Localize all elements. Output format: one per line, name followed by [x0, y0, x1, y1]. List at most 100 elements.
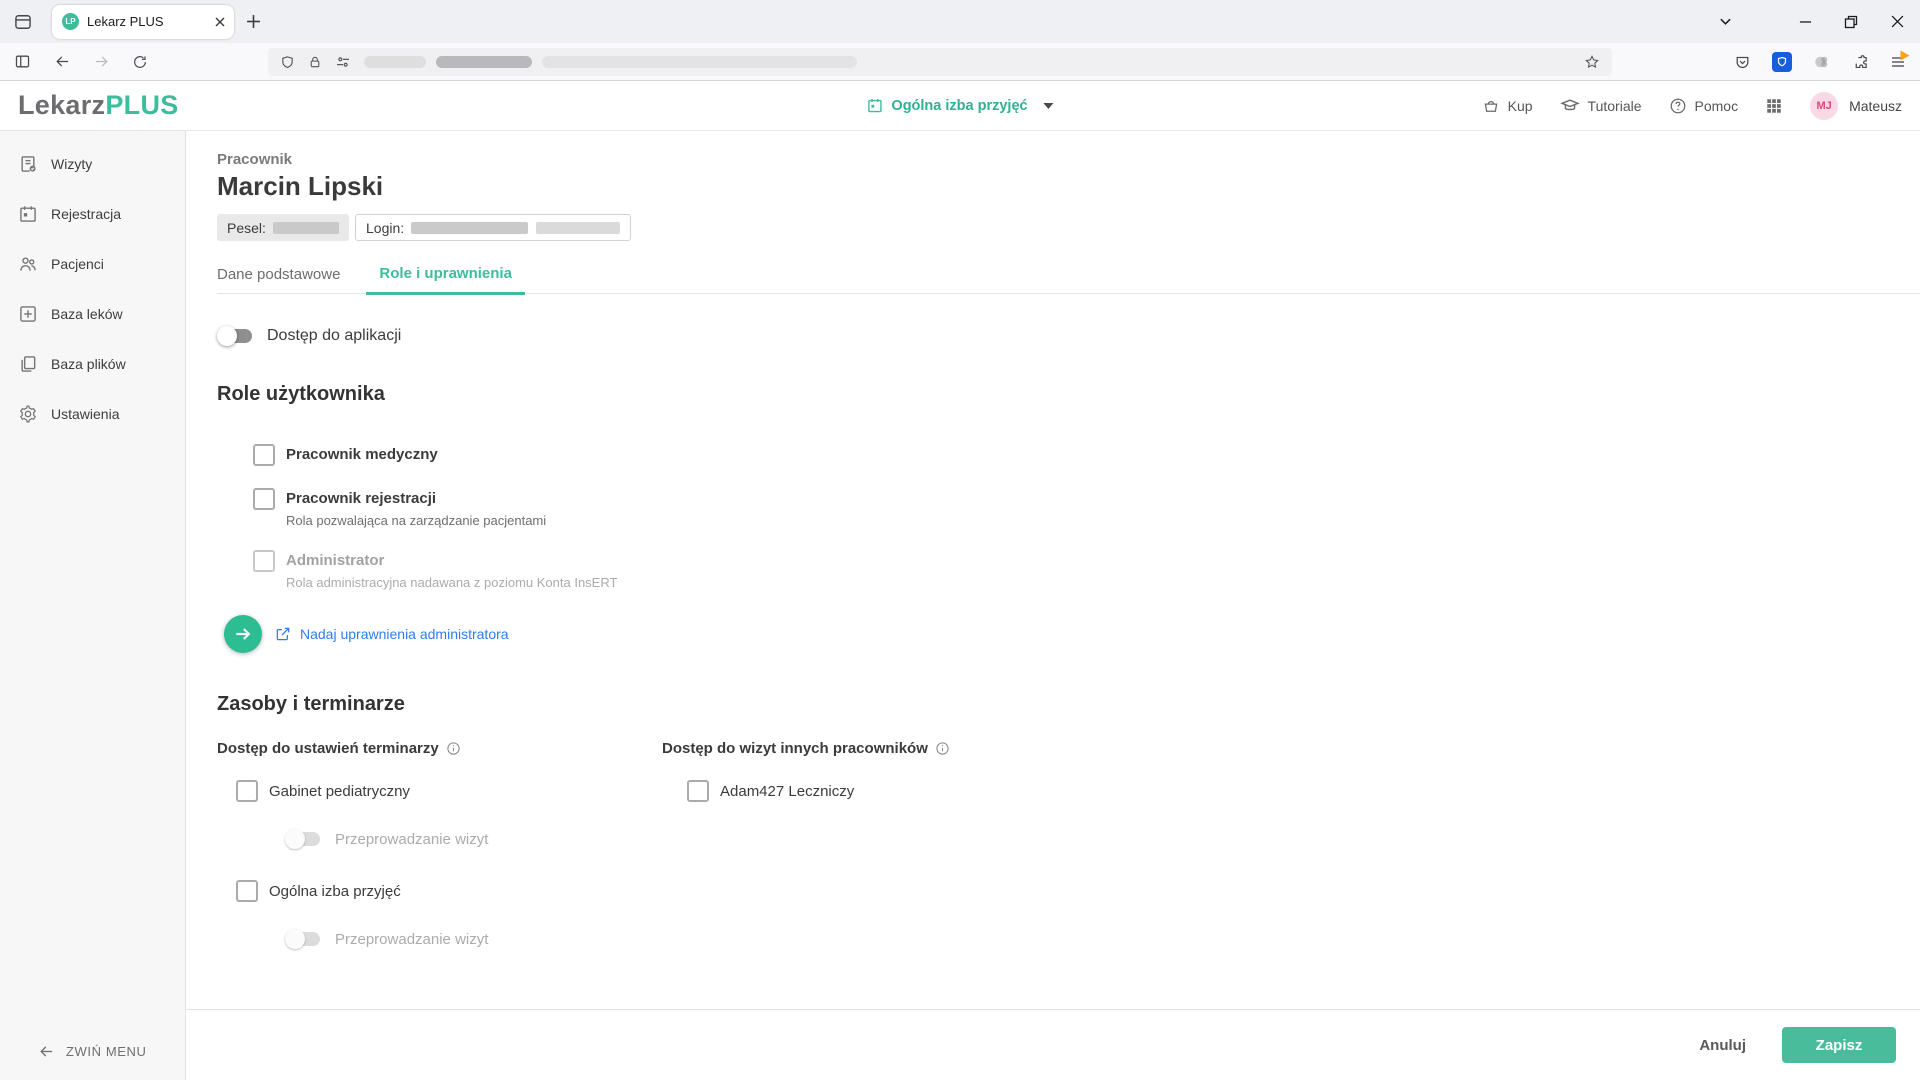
puzzle-extensions-icon[interactable] — [1852, 54, 1869, 71]
shield-icon[interactable] — [280, 55, 295, 70]
help-button[interactable]: Pomoc — [1669, 97, 1739, 115]
entity-label: Pracownik — [217, 151, 293, 168]
close-window-icon[interactable] — [1874, 0, 1920, 43]
conduct-visits-toggle-row: Przeprowadzanie wizyt — [285, 829, 662, 849]
checkbox[interactable] — [236, 880, 258, 902]
redacted-url-segment — [364, 56, 426, 68]
tutorials-label: Tutoriale — [1587, 97, 1642, 114]
buy-button[interactable]: Kup — [1482, 97, 1533, 115]
info-icon[interactable] — [935, 741, 950, 756]
browser-tab[interactable]: LP Lekarz PLUS — [52, 4, 234, 39]
firefox-view-icon[interactable] — [8, 7, 38, 37]
checkbox[interactable] — [253, 444, 275, 466]
reload-icon[interactable] — [124, 47, 156, 77]
role-pracownik-medyczny[interactable]: Pracownik medyczny — [253, 444, 1920, 466]
tab-close-icon[interactable] — [214, 16, 226, 28]
collapse-label: ZWIŃ MENU — [66, 1044, 147, 1059]
back-icon[interactable] — [46, 47, 78, 77]
info-icon[interactable] — [446, 741, 461, 756]
sidebar-item-ustawienia[interactable]: Ustawienia — [0, 389, 185, 439]
schedule-item: Gabinet pediatryczny Przeprowadzanie wiz… — [236, 780, 662, 949]
role-description: Rola pozwalająca na zarządzanie pacjenta… — [286, 513, 547, 528]
conduct-visits-toggle — [285, 829, 321, 849]
cancel-button[interactable]: Anuluj — [1699, 1037, 1746, 1054]
url-bar[interactable] — [268, 48, 1612, 76]
pesel-chip: Pesel: — [217, 214, 349, 241]
visits-column: Dostęp do wizyt innych pracowników Adam4… — [662, 740, 950, 980]
help-label: Pomoc — [1694, 97, 1739, 114]
role-description: Rola administracyjna nadawana z poziomu … — [286, 575, 618, 590]
sidebar-label: Baza plików — [51, 356, 126, 372]
sidebar-item-wizyty[interactable]: Wizyty — [0, 139, 185, 189]
minimize-icon[interactable] — [1782, 0, 1828, 43]
checkbox[interactable] — [253, 488, 275, 510]
bitwarden-icon[interactable] — [1772, 52, 1792, 72]
visits-label: Adam427 Leczniczy — [720, 783, 855, 800]
app-header: LekarzPLUS Ogólna izba przyjęć Kup Tutor… — [0, 81, 1920, 131]
menu-alert-badge — [1900, 50, 1910, 61]
schedules-column: Dostęp do ustawień terminarzy Gabinet pe… — [217, 740, 662, 980]
roles-list: Pracownik medyczny Pracownik rejestracji… — [224, 444, 1920, 656]
conduct-visits-toggle — [285, 929, 321, 949]
grant-admin-row: Nadaj uprawnienia administratora — [224, 612, 1920, 656]
arrow-left-icon — [38, 1043, 55, 1060]
chevron-down-icon — [1043, 102, 1054, 109]
checkbox[interactable] — [236, 780, 258, 802]
content: Pracownik Marcin Lipski Pesel: Login: Da… — [186, 131, 1920, 1080]
header-nav: Kup Tutoriale Pomoc MJ Mateusz — [1482, 91, 1902, 120]
main-row: Wizyty Rejestracja Pacjenci Baza leków B… — [0, 131, 1920, 1080]
schedule-gabinet-pediatryczny[interactable]: Gabinet pediatryczny — [236, 780, 662, 802]
sidebar-toggle-icon[interactable] — [6, 47, 38, 77]
lock-icon[interactable] — [308, 55, 322, 69]
schedule-label: Gabinet pediatryczny — [269, 783, 410, 800]
visits-item: Adam427 Leczniczy — [687, 780, 950, 802]
sidebar-item-rejestracja[interactable]: Rejestracja — [0, 189, 185, 239]
tab-role-i-uprawnienia[interactable]: Role i uprawnienia — [366, 265, 525, 295]
forward-icon[interactable] — [85, 47, 117, 77]
permissions-icon[interactable] — [335, 54, 351, 70]
list-all-tabs-icon[interactable] — [1702, 0, 1748, 43]
arrow-right-circle-icon[interactable] — [224, 615, 262, 653]
user-name[interactable]: Mateusz — [1849, 98, 1902, 114]
sidebar-item-baza-plikow[interactable]: Baza plików — [0, 339, 185, 389]
basket-icon — [1482, 97, 1500, 115]
save-button[interactable]: Zapisz — [1782, 1027, 1896, 1063]
gear-icon — [18, 404, 38, 424]
resources-section-title: Zasoby i terminarze — [217, 693, 405, 715]
checkbox[interactable] — [687, 780, 709, 802]
tutorials-button[interactable]: Tutoriale — [1559, 96, 1642, 116]
sidebar-label: Pacjenci — [51, 256, 104, 272]
new-tab-button[interactable] — [246, 14, 261, 29]
tab-dane-podstawowe[interactable]: Dane podstawowe — [217, 266, 366, 293]
schedule-ogolna-izba-przyjec[interactable]: Ogólna izba przyjęć — [236, 880, 662, 902]
role-pracownik-rejestracji[interactable]: Pracownik rejestracji Rola pozwalająca n… — [253, 488, 1920, 528]
logo-primary: Lekarz — [18, 90, 106, 120]
apps-grid-icon[interactable] — [1765, 97, 1783, 115]
restore-icon[interactable] — [1828, 0, 1874, 43]
role-label: Administrator — [286, 552, 385, 569]
toolbar-extensions — [1734, 43, 1910, 81]
app-logo[interactable]: LekarzPLUS — [18, 90, 179, 121]
sidebar-item-baza-lekow[interactable]: Baza leków — [0, 289, 185, 339]
menu-hamburger-icon[interactable] — [1890, 50, 1910, 70]
logo-accent: PLUS — [105, 90, 179, 120]
app-access-label: Dostęp do aplikacji — [267, 327, 402, 344]
screen: LP Lekarz PLUS LekarzPLUS Ogólna izba pr… — [0, 0, 1920, 1080]
schedules-subtitle: Dostęp do ustawień terminarzy — [217, 740, 439, 757]
schedule-label: Ogólna izba przyjęć — [269, 883, 401, 900]
site-favicon: LP — [62, 13, 79, 30]
visits-adam427-leczniczy[interactable]: Adam427 Leczniczy — [687, 780, 950, 802]
app-access-toggle[interactable] — [217, 326, 253, 346]
user-avatar[interactable]: MJ — [1810, 91, 1839, 120]
extension-orb-icon[interactable] — [1813, 53, 1831, 71]
context-schedule-select[interactable]: Ogólna izba przyjęć — [866, 81, 1054, 130]
visits-doc-check-icon — [18, 154, 38, 174]
sidebar-item-pacjenci[interactable]: Pacjenci — [0, 239, 185, 289]
collapse-menu-button[interactable]: ZWIŃ MENU — [38, 1043, 147, 1060]
pocket-icon[interactable] — [1734, 54, 1751, 71]
grant-admin-link[interactable]: Nadaj uprawnienia administratora — [300, 626, 509, 642]
external-link-icon — [275, 626, 291, 642]
question-circle-icon — [1669, 97, 1687, 115]
bookmark-star-icon[interactable] — [1584, 54, 1600, 70]
pesel-label: Pesel: — [227, 219, 266, 236]
